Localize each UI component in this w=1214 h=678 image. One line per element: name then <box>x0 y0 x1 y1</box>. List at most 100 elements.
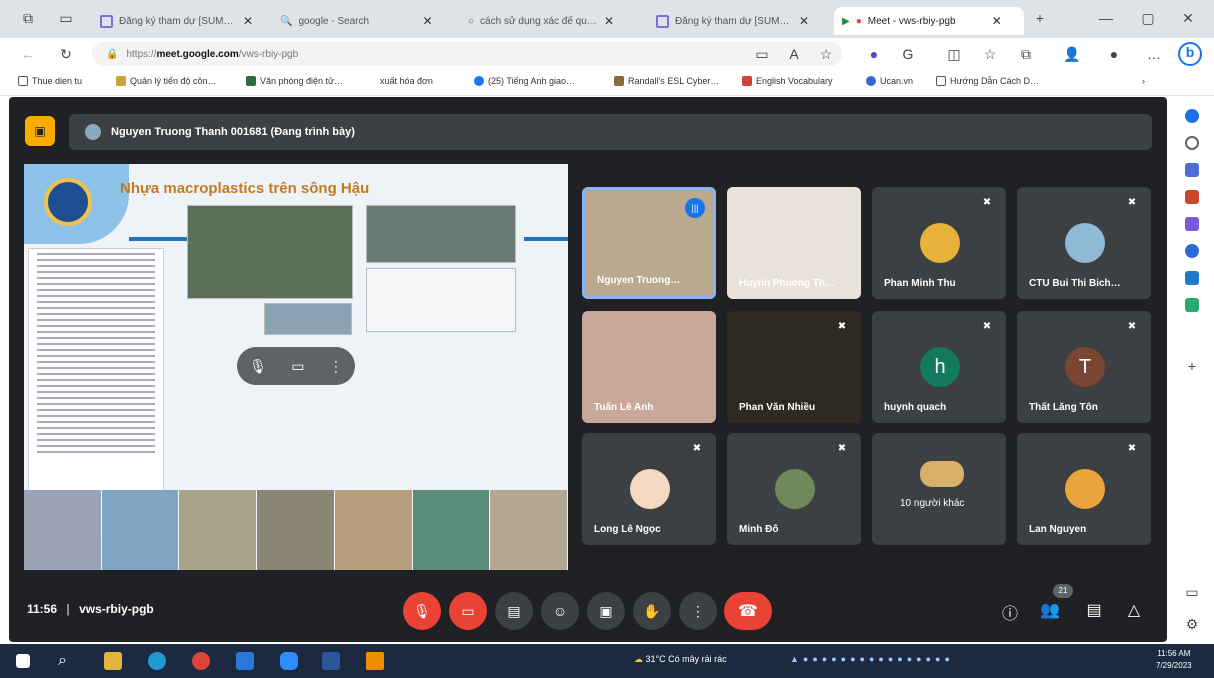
close-icon[interactable]: ✕ <box>604 14 614 28</box>
tools-icon[interactable] <box>1185 190 1199 204</box>
vlc-icon[interactable] <box>366 652 384 670</box>
ie-icon[interactable] <box>236 652 254 670</box>
info-icon[interactable]: ⓘ <box>999 600 1021 624</box>
shopping-icon[interactable] <box>1185 163 1199 177</box>
sidebar-icon[interactable] <box>1185 109 1199 123</box>
page-icon <box>936 76 946 86</box>
avatar <box>1065 469 1105 509</box>
tab-4[interactable]: Đăng ký tham dự [SUMM… ✕ <box>648 7 832 35</box>
search-icon: 🔍 <box>280 15 293 27</box>
tab-2[interactable]: 🔍 google - Search ✕ <box>272 7 458 35</box>
participant-tile[interactable]: ||| Nguyen Truong… <box>582 187 716 299</box>
site-icon <box>742 76 752 86</box>
present-button[interactable]: ▣ <box>587 592 625 630</box>
system-tray-icons[interactable]: ▲●●●●●●●●●●●●●●●● <box>790 654 954 664</box>
profile-avatar-icon[interactable]: ● <box>1104 46 1124 62</box>
clock[interactable]: 11:56 AM 7/29/2023 <box>1156 648 1192 672</box>
people-icon[interactable]: 👥 <box>1039 600 1061 620</box>
edge-icon[interactable] <box>148 652 166 670</box>
tab-actions-icon[interactable]: ▭ <box>56 10 76 27</box>
minimize-icon[interactable]: — <box>1096 10 1116 26</box>
weather-widget[interactable]: ☁ 31°C Có mây rải rác <box>634 654 727 665</box>
bookmark-item[interactable]: Quản lý tiến độ côn… <box>116 76 217 86</box>
bookmark-item[interactable]: Ucan.vn <box>866 76 913 86</box>
camera-icon[interactable]: ▭ <box>752 46 772 63</box>
add-sidebar-icon[interactable]: + <box>1182 358 1202 374</box>
games-icon[interactable] <box>1185 217 1199 231</box>
participant-tile[interactable]: ✖ h huynh quach <box>872 311 1006 423</box>
tab-1[interactable]: Đăng ký tham dự [SUMM… ✕ <box>92 7 270 35</box>
participant-tile[interactable]: ✖ Lan Nguyen <box>1017 433 1151 545</box>
leave-call-button[interactable]: ☎ <box>724 592 772 630</box>
participant-tile[interactable]: ✖ Phan Văn Nhiều <box>727 311 861 423</box>
chat-icon[interactable]: ▤ <box>1083 600 1105 620</box>
more-icon[interactable]: … <box>1144 46 1164 62</box>
zoom-icon[interactable] <box>280 652 298 670</box>
settings-icon[interactable]: ⚙ <box>1182 616 1202 633</box>
presenter-controls: 🎙 ▭ ⋮ <box>237 347 355 385</box>
tab-meet[interactable]: ▶ ● Meet - vws-rbiy-pgb ✕ <box>834 7 1024 35</box>
split-window-icon[interactable]: ▭ <box>1182 584 1202 601</box>
mic-off-icon[interactable]: 🎙 <box>249 358 267 375</box>
read-aloud-icon[interactable]: A <box>784 46 804 62</box>
camera-off-icon: ▭ <box>461 602 475 619</box>
bookmark-item[interactable]: English Vocabulary <box>742 76 833 86</box>
participant-tile[interactable]: ✖ CTU Bui Thi Bich… <box>1017 187 1151 299</box>
windows-start-icon[interactable] <box>16 654 30 668</box>
refresh-extension-icon[interactable]: G <box>898 46 918 62</box>
new-tab-icon[interactable]: + <box>1030 10 1050 26</box>
bookmark-item[interactable]: (25) Tiếng Anh giao… <box>474 76 575 86</box>
close-icon[interactable]: ✕ <box>992 14 1002 28</box>
close-icon[interactable]: ✕ <box>422 14 432 28</box>
participant-tile[interactable]: ✖ Long Lê Ngọc <box>582 433 716 545</box>
profile-icon[interactable]: 👤 <box>1062 46 1082 63</box>
camera-off-icon[interactable]: ▭ <box>291 358 304 375</box>
participant-tile[interactable]: ✖ Phan Minh Thu <box>872 187 1006 299</box>
others-tile[interactable]: 10 người khác <box>872 433 1006 545</box>
drop-icon[interactable] <box>1185 298 1199 312</box>
activities-icon[interactable]: △ <box>1123 600 1145 620</box>
reactions-button[interactable]: ☺ <box>541 592 579 630</box>
bookmark-item[interactable]: Văn phòng điện tử… <box>246 76 343 86</box>
captions-button[interactable]: ▤ <box>495 592 533 630</box>
favorites-icon[interactable]: ☆ <box>980 46 1000 63</box>
search-icon[interactable] <box>1185 136 1199 150</box>
participant-tile[interactable]: ✖ T Thất Lăng Tôn <box>1017 311 1151 423</box>
window-close-icon[interactable]: ✕ <box>1178 10 1198 27</box>
file-explorer-icon[interactable] <box>104 652 122 670</box>
bookmarks-overflow-icon[interactable]: › <box>1142 76 1145 86</box>
bookmark-item[interactable]: Randall's ESL Cyber… <box>614 76 719 86</box>
search-icon[interactable]: ⌕ <box>58 652 76 670</box>
participant-tile[interactable]: Tuấn Lê Anh <box>582 311 716 423</box>
bing-icon[interactable]: b <box>1178 42 1202 66</box>
close-icon[interactable]: ✕ <box>799 14 809 28</box>
refresh-icon[interactable]: ↻ <box>56 46 76 63</box>
bookmark-item[interactable]: Thue dien tu <box>18 76 82 86</box>
url-field[interactable]: 🔒 https://meet.google.com/vws-rbiy-pgb <box>92 42 842 66</box>
mic-toggle-button[interactable]: 🎙 <box>403 592 441 630</box>
participant-tile[interactable]: Huynh Phuong Th… <box>727 187 861 299</box>
bookmark-item[interactable]: xuất hóa đơn <box>380 76 433 86</box>
raise-hand-button[interactable]: ✋ <box>633 592 671 630</box>
word-icon[interactable] <box>322 652 340 670</box>
office-icon[interactable] <box>1185 244 1199 258</box>
river-photo <box>264 303 352 335</box>
favorite-star-icon[interactable]: ☆ <box>816 46 836 63</box>
presenter-banner: Nguyen Truong Thanh 001681 (Đang trình b… <box>69 114 1152 150</box>
tab-3[interactable]: ○ cách sử dụng xác để quay … ✕ <box>460 7 646 35</box>
chrome-icon[interactable] <box>192 652 210 670</box>
participant-tile[interactable]: ✖ Minh Đỗ <box>727 433 861 545</box>
back-icon[interactable]: ← <box>18 46 38 62</box>
collections-icon[interactable]: ⧉ <box>1016 46 1036 63</box>
maximize-icon[interactable]: ▢ <box>1138 10 1158 27</box>
workspaces-icon[interactable]: ⧉ <box>18 10 38 27</box>
extension-icon[interactable]: ● <box>864 46 884 62</box>
meeting-details-icon[interactable]: ▣ <box>25 116 55 146</box>
bookmark-item[interactable]: Hướng Dẫn Cách D… <box>936 76 1039 86</box>
more-options-button[interactable]: ⋮ <box>679 592 717 630</box>
outlook-icon[interactable] <box>1185 271 1199 285</box>
more-icon[interactable]: ⋮ <box>329 358 343 375</box>
split-screen-icon[interactable]: ◫ <box>944 46 964 63</box>
close-icon[interactable]: ✕ <box>243 14 253 28</box>
camera-toggle-button[interactable]: ▭ <box>449 592 487 630</box>
